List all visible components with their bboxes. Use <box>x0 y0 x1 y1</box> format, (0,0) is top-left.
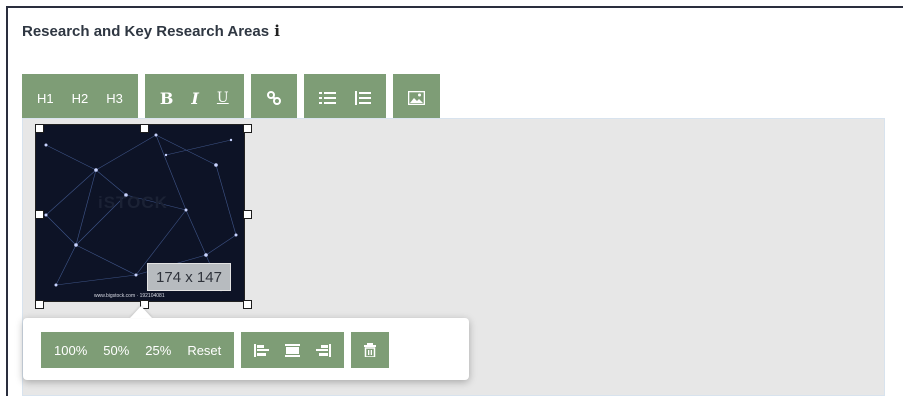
resize-handle-left[interactable] <box>35 210 44 219</box>
image-size-badge: 174 x 147 <box>147 263 231 291</box>
numbered-list-button[interactable] <box>345 74 380 122</box>
italic-button[interactable]: I <box>182 74 207 122</box>
align-right-icon <box>316 343 332 357</box>
trash-icon <box>364 343 377 357</box>
bullet-list-icon <box>318 92 336 104</box>
bold-button[interactable]: B <box>151 74 183 122</box>
list-group <box>303 74 386 122</box>
resize-handle-right[interactable] <box>243 210 252 219</box>
size-50-button[interactable]: 50% <box>95 332 137 368</box>
size-25-button[interactable]: 25% <box>137 332 179 368</box>
image-logo-watermark: iSTOCK <box>98 193 168 212</box>
image-remove-group <box>351 332 390 368</box>
numbered-list-icon <box>354 91 371 105</box>
bullet-list-button[interactable] <box>310 74 345 122</box>
size-reset-button[interactable]: Reset <box>179 332 229 368</box>
info-icon[interactable]: i <box>272 22 282 40</box>
h1-button[interactable]: H1 <box>28 74 63 122</box>
resize-handle-top-left[interactable] <box>35 124 44 133</box>
remove-image-button[interactable] <box>356 332 384 368</box>
section-title: Research and Key Research Areas i <box>22 22 282 40</box>
heading-group: H1 H2 H3 <box>22 74 138 122</box>
insert-image-button[interactable] <box>399 74 434 122</box>
underline-button[interactable]: U <box>208 74 238 122</box>
resize-handle-top-right[interactable] <box>243 124 252 133</box>
h3-button[interactable]: H3 <box>97 74 132 122</box>
link-group <box>250 74 297 122</box>
align-center-button[interactable] <box>277 332 308 368</box>
resize-handle-top[interactable] <box>140 124 149 133</box>
image-align-group <box>241 332 345 368</box>
align-center-icon <box>285 343 301 357</box>
section-title-text: Research and Key Research Areas <box>22 22 270 40</box>
image-group <box>392 74 440 122</box>
resize-handle-bottom-right[interactable] <box>243 300 252 309</box>
image-options-popup: 100% 50% 25% Reset <box>23 318 469 380</box>
resize-handle-bottom-left[interactable] <box>35 300 44 309</box>
image-size-group: 100% 50% 25% Reset <box>41 332 235 368</box>
align-left-button[interactable] <box>246 332 277 368</box>
format-group: B I U <box>144 74 244 122</box>
link-icon <box>266 91 281 105</box>
editor-toolbar: H1 H2 H3 B I U <box>22 74 440 122</box>
size-100-button[interactable]: 100% <box>46 332 95 368</box>
image-icon <box>407 91 425 105</box>
align-right-button[interactable] <box>308 332 339 368</box>
popup-pointer <box>130 306 152 318</box>
link-button[interactable] <box>257 74 291 122</box>
align-left-icon <box>254 343 270 357</box>
image-options-toolbar: 100% 50% 25% Reset <box>41 332 390 368</box>
h2-button[interactable]: H2 <box>63 74 98 122</box>
image-caption: www.bigstock.com · 192104081 <box>94 293 165 299</box>
